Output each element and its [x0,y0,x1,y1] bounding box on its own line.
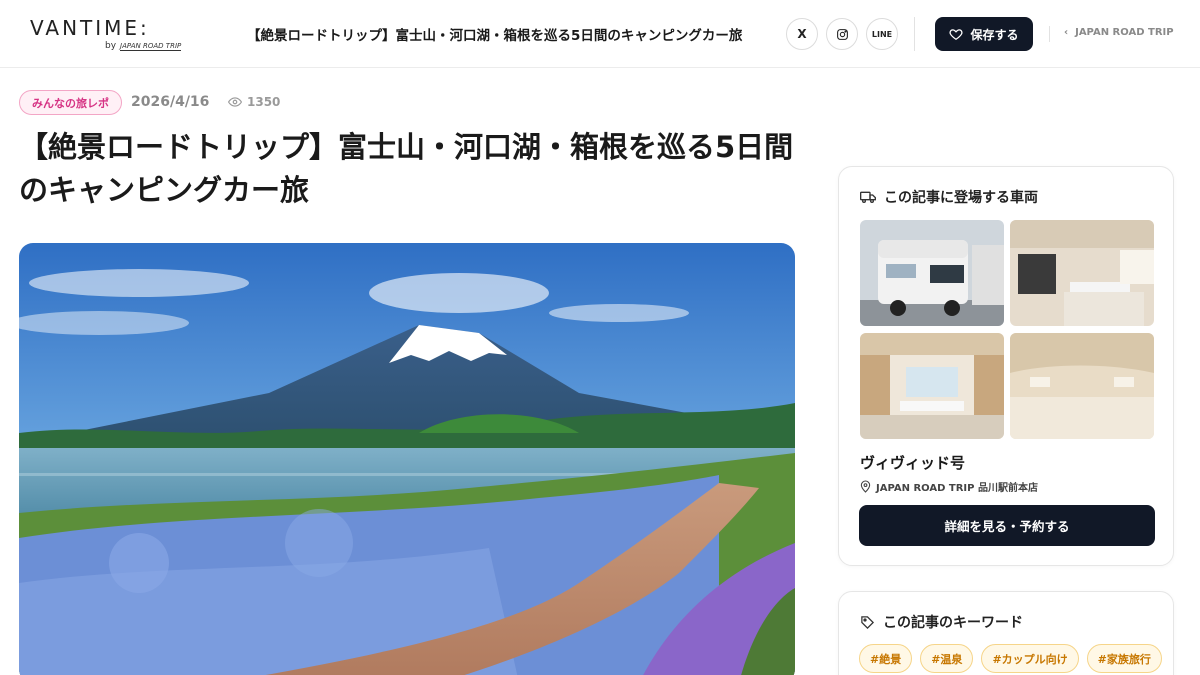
keyword-card-title: この記事のキーワード [883,615,1023,631]
site-logo[interactable]: VANTIME: by JAPAN ROAD TRIP [30,16,182,57]
site-header: VANTIME: by JAPAN ROAD TRIP 【絶景ロードトリップ】富士… [0,0,1200,68]
vehicle-card-title: この記事に登場する車両 [884,190,1038,206]
details-reserve-button[interactable]: 詳細を見る・予約する [859,505,1155,546]
save-button[interactable]: 保存する [935,17,1033,51]
share-x-button[interactable]: X [786,18,818,50]
logo-wordmark: VANTIME: [30,16,150,40]
x-icon: X [797,27,807,41]
keyword-tag[interactable]: #家族旅行 [1086,644,1162,673]
vehicle-photo-interior-2[interactable] [860,333,1004,439]
vehicle-photo-exterior[interactable] [860,220,1004,326]
save-button-label: 保存する [970,27,1019,42]
share-line-button[interactable]: LINE [866,18,898,50]
truck-icon [860,191,876,203]
view-count-value: 1350 [247,95,281,109]
vehicle-photo-interior-1[interactable] [1010,220,1154,326]
view-count: 1350 [228,95,280,109]
keyword-card: この記事のキーワード #絶景 #温泉 #カップル向け #家族旅行 [838,591,1174,675]
vehicle-card-heading: この記事に登場する車両 [860,187,1038,207]
eye-icon [228,97,242,107]
publish-date: 2026/4/16 [131,94,210,110]
back-link-label: JAPAN ROAD TRIP [1075,27,1174,38]
map-pin-icon [860,480,871,493]
header-title: 【絶景ロードトリップ】富士山・河口湖・箱根を巡る5日間のキャンピングカー旅 [247,28,743,44]
category-badge[interactable]: みんなの旅レポ [19,90,122,115]
header-divider [914,17,915,51]
keyword-list: #絶景 #温泉 #カップル向け #家族旅行 [859,644,1162,673]
vehicle-photo-bed[interactable] [1010,333,1154,439]
line-icon: LINE [871,29,893,39]
article-title: 【絶景ロードトリップ】富士山・河口湖・箱根を巡る5日間のキャンピングカー旅 [19,130,794,207]
vehicle-name: ヴィヴィッド号 [860,454,966,472]
vehicle-location: JAPAN ROAD TRIP 品川駅前本店 [860,479,1038,494]
back-link[interactable]: ‹ JAPAN ROAD TRIP [1064,27,1174,38]
share-instagram-button[interactable] [826,18,858,50]
header-divider-2 [1049,26,1050,42]
tag-icon [861,615,875,629]
logo-byline: by JAPAN ROAD TRIP [105,41,182,51]
heart-icon [949,29,964,41]
keyword-card-heading: この記事のキーワード [860,612,1023,632]
chevron-left-icon: ‹ [1064,27,1076,38]
instagram-icon [836,28,848,40]
keyword-tag[interactable]: #絶景 [859,644,913,673]
keyword-tag[interactable]: #温泉 [920,644,974,673]
vehicle-card: この記事に登場する車両 ヴィヴィッド号 JAPAN ROAD TRIP 品川駅前… [838,166,1174,566]
logo-brand: JAPAN ROAD TRIP [120,42,182,51]
vehicle-location-text: JAPAN ROAD TRIP 品川駅前本店 [876,483,1038,494]
keyword-tag[interactable]: #カップル向け [981,644,1079,673]
logo-by: by [105,41,117,51]
hero-image [19,243,795,675]
